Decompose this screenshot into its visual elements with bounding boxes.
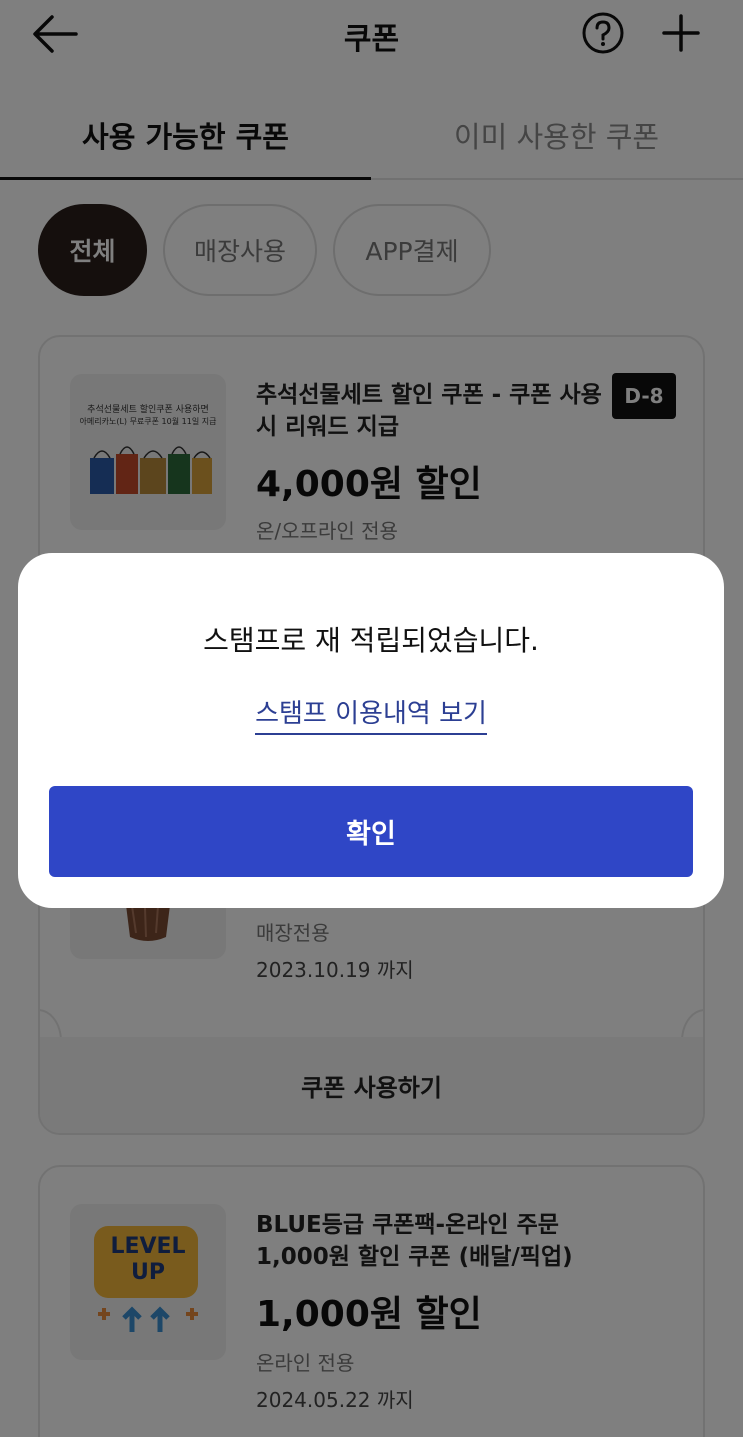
- confirm-button[interactable]: 확인: [49, 786, 693, 877]
- coupon-page: 쿠폰 사용 가능한 쿠폰 이미 사용한 쿠폰 전체 매장사용 APP결제 추석선…: [0, 0, 743, 1437]
- stamp-reaccrual-dialog: 스탬프로 재 적립되었습니다. 스탬프 이용내역 보기 확인: [18, 553, 724, 908]
- dialog-message: 스탬프로 재 적립되었습니다.: [203, 624, 539, 657]
- stamp-history-link[interactable]: 스탬프 이용내역 보기: [255, 699, 487, 735]
- stamp-history-link-wrapper: 스탬프 이용내역 보기: [18, 693, 724, 735]
